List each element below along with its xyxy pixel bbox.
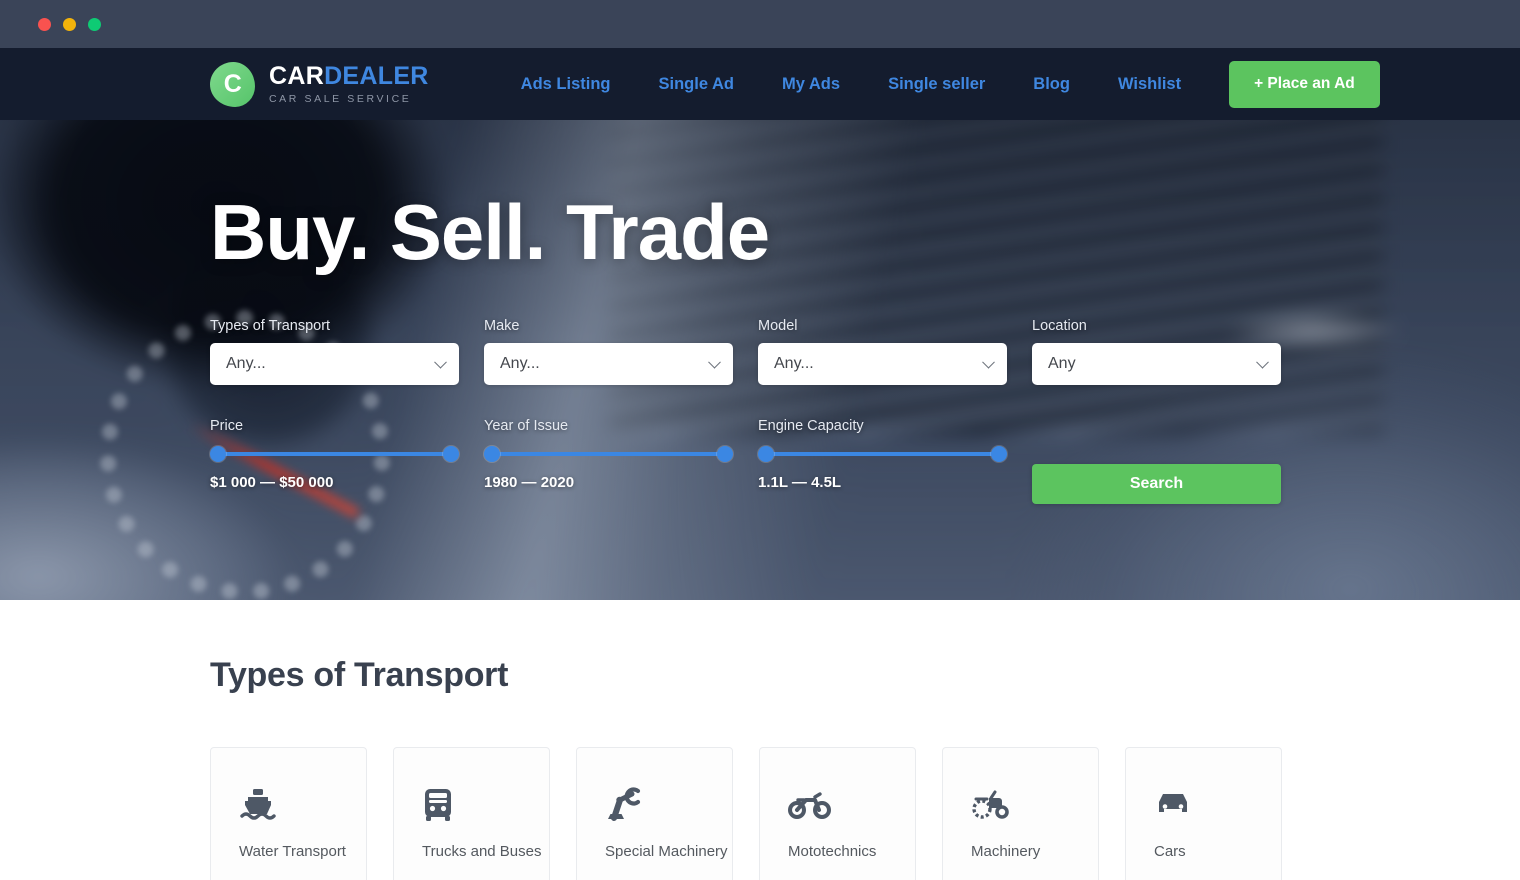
value-price: $1 000 — $50 000 xyxy=(210,473,334,491)
select-value-make: Any... xyxy=(500,354,540,372)
slider-engine-capacity[interactable] xyxy=(758,445,1007,462)
motorcycle-icon xyxy=(788,784,915,826)
tractor-icon xyxy=(971,784,1098,826)
slider-handle-max[interactable] xyxy=(991,445,1007,462)
select-value-model: Any... xyxy=(774,354,814,372)
value-year-of-issue: 1980 — 2020 xyxy=(484,473,575,491)
label-engine-capacity: Engine Capacity xyxy=(758,417,864,434)
chevron-down-icon xyxy=(982,355,995,369)
value-engine-capacity: 1.1L — 4.5L xyxy=(758,473,842,491)
type-card-label: Cars xyxy=(1154,843,1186,860)
label-types-of-transport: Types of Transport xyxy=(210,317,331,334)
logo-subtitle: CAR SALE SERVICE xyxy=(269,92,412,105)
nav-item-wishlist[interactable]: Wishlist xyxy=(1094,75,1205,94)
logo-letter: C xyxy=(223,69,242,98)
field-year-of-issue: Year of Issue 1980 — 2020 xyxy=(484,418,733,504)
type-card-label: Water Transport xyxy=(239,843,346,860)
label-location: Location xyxy=(1032,317,1087,334)
type-card-water-transport[interactable]: Water Transport xyxy=(210,747,367,880)
logo-title-car: CAR xyxy=(269,61,325,90)
label-year-of-issue: Year of Issue xyxy=(484,417,569,434)
field-make: Make Any... xyxy=(484,318,733,385)
slider-handle-min[interactable] xyxy=(758,445,774,462)
slider-track xyxy=(491,451,726,456)
crane-arm-icon xyxy=(605,784,732,826)
type-card-special-machinery[interactable]: Special Machinery xyxy=(576,747,733,880)
bus-icon xyxy=(422,784,549,826)
select-value-types-of-transport: Any... xyxy=(226,354,266,372)
logo-text: CARDEALER CAR SALE SERVICE xyxy=(269,62,429,105)
page-viewport: C CARDEALER CAR SALE SERVICE Ads Listing… xyxy=(0,48,1520,880)
type-card-label: Special Machinery xyxy=(605,843,728,860)
slider-price[interactable] xyxy=(210,445,459,462)
site-header: C CARDEALER CAR SALE SERVICE Ads Listing… xyxy=(0,48,1520,120)
field-price: Price $1 000 — $50 000 xyxy=(210,418,459,504)
slider-handle-max[interactable] xyxy=(717,445,733,462)
types-of-transport-section: Types of Transport Water Transport Truck… xyxy=(0,600,1520,880)
maximize-window-button[interactable] xyxy=(88,17,101,31)
select-types-of-transport[interactable]: Any... xyxy=(210,342,459,385)
type-card-label: Machinery xyxy=(971,843,1041,860)
section-title-types-of-transport: Types of Transport xyxy=(210,656,509,694)
type-card-label: Trucks and Buses xyxy=(422,843,542,860)
minimize-window-button[interactable] xyxy=(63,17,76,31)
types-grid: Water Transport Trucks and Buses Special… xyxy=(210,747,1300,880)
browser-chrome xyxy=(0,0,1520,48)
search-button[interactable]: Search xyxy=(1032,463,1281,504)
header-inner: C CARDEALER CAR SALE SERVICE Ads Listing… xyxy=(210,48,1380,120)
logo-blob-icon: C xyxy=(210,61,255,107)
slider-handle-max[interactable] xyxy=(443,445,459,462)
types-inner: Types of Transport Water Transport Truck… xyxy=(210,656,1300,880)
field-location: Location Any xyxy=(1032,318,1281,385)
car-front-icon xyxy=(1154,784,1281,826)
nav-item-blog[interactable]: Blog xyxy=(1009,75,1094,94)
slider-handle-min[interactable] xyxy=(484,445,500,462)
select-model[interactable]: Any... xyxy=(758,342,1007,385)
nav-item-ads-listing[interactable]: Ads Listing xyxy=(497,75,635,94)
field-engine-capacity: Engine Capacity 1.1L — 4.5L xyxy=(758,418,1007,504)
type-card-cars[interactable]: Cars xyxy=(1125,747,1282,880)
type-card-label: Mototechnics xyxy=(788,843,877,860)
logo-title-dealer: DEALER xyxy=(324,61,429,90)
hero-search-form: Types of Transport Any... Make Any... Mo… xyxy=(210,318,1300,504)
chevron-down-icon xyxy=(708,355,721,369)
hero-title: Buy. Sell. Trade xyxy=(210,188,770,276)
nav-item-single-seller[interactable]: Single seller xyxy=(864,75,1009,94)
type-card-trucks-and-buses[interactable]: Trucks and Buses xyxy=(393,747,550,880)
site-logo[interactable]: C CARDEALER CAR SALE SERVICE xyxy=(210,61,429,107)
type-card-mototechnics[interactable]: Mototechnics xyxy=(759,747,916,880)
select-location[interactable]: Any xyxy=(1032,342,1281,385)
label-make: Make xyxy=(484,317,520,334)
logo-title: CARDEALER xyxy=(269,62,429,90)
field-types-of-transport: Types of Transport Any... xyxy=(210,318,459,385)
chevron-down-icon xyxy=(1256,355,1269,369)
search-button-cell: Search xyxy=(1032,418,1281,504)
slider-track xyxy=(765,451,1000,456)
label-model: Model xyxy=(758,317,798,334)
hero-section: Buy. Sell. Trade Types of Transport Any.… xyxy=(0,120,1520,600)
window-controls xyxy=(38,17,101,31)
chevron-down-icon xyxy=(434,355,447,369)
nav-item-my-ads[interactable]: My Ads xyxy=(758,75,864,94)
select-make[interactable]: Any... xyxy=(484,342,733,385)
place-an-ad-button[interactable]: + Place an Ad xyxy=(1229,60,1380,108)
slider-track xyxy=(217,451,452,456)
hero-content: Buy. Sell. Trade Types of Transport Any.… xyxy=(210,120,1300,504)
slider-year-of-issue[interactable] xyxy=(484,445,733,462)
main-navigation: Ads Listing Single Ad My Ads Single sell… xyxy=(497,60,1380,108)
nav-item-single-ad[interactable]: Single Ad xyxy=(635,75,758,94)
ship-icon xyxy=(239,784,366,826)
field-model: Model Any... xyxy=(758,318,1007,385)
close-window-button[interactable] xyxy=(38,17,51,31)
select-value-location: Any xyxy=(1048,354,1076,372)
slider-handle-min[interactable] xyxy=(210,445,226,462)
type-card-machinery[interactable]: Machinery xyxy=(942,747,1099,880)
label-price: Price xyxy=(210,417,244,434)
